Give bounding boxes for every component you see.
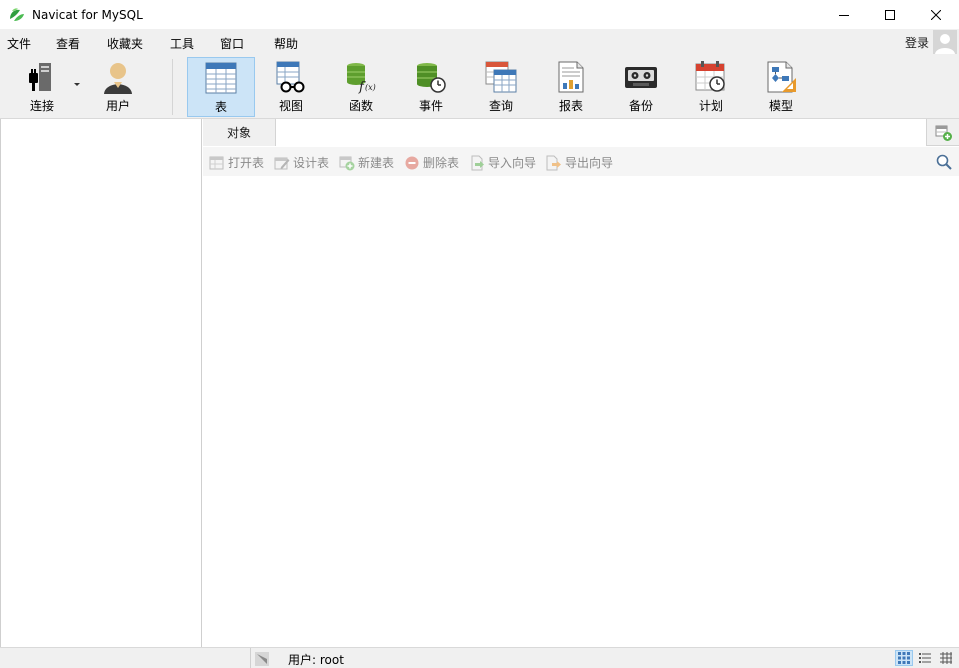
model-diagram-icon	[767, 61, 796, 93]
object-action-bar: 打开表 设计表 新建表 删除表 导入向导 导出向导	[203, 147, 959, 176]
plug-server-icon	[29, 63, 51, 91]
connect-dropdown-icon[interactable]	[74, 83, 80, 86]
status-user: 用户: root	[288, 653, 344, 667]
model-button[interactable]: 模型	[747, 57, 815, 117]
design-table-icon	[274, 157, 290, 169]
table-icon	[205, 62, 237, 94]
report-icon	[558, 61, 584, 93]
view-mode-switcher	[895, 650, 955, 666]
event-clock-icon	[417, 63, 446, 93]
delete-table-icon	[405, 156, 419, 169]
tab-strip-area	[275, 119, 927, 146]
user-icon	[104, 63, 132, 94]
window-title: Navicat for MySQL	[32, 7, 143, 22]
event-label: 事件	[418, 99, 443, 113]
user-button[interactable]: 用户	[84, 57, 152, 117]
user-label: 用户	[105, 99, 130, 113]
view-button[interactable]: 视图	[257, 57, 325, 117]
function-label: 函数	[348, 99, 373, 113]
export-icon	[546, 155, 561, 170]
view-glasses-icon	[276, 61, 305, 93]
calendar-clock-icon	[695, 61, 725, 92]
avatar[interactable]	[933, 30, 957, 54]
svg-text:(x): (x)	[365, 83, 376, 92]
menu-help[interactable]: 帮助	[274, 35, 298, 52]
report-label: 报表	[558, 99, 583, 113]
delete-table-button[interactable]: 删除表	[404, 154, 459, 171]
new-tab-icon[interactable]	[935, 124, 953, 142]
close-button[interactable]	[913, 0, 959, 29]
view-mode-detail-button[interactable]	[937, 650, 955, 666]
function-button[interactable]: f (x) 函数	[327, 57, 395, 117]
menu-bar: 文件 查看 收藏夹 工具 窗口 帮助 登录	[0, 29, 959, 55]
view-mode-grid-button[interactable]	[895, 650, 913, 666]
connect-label: 连接	[29, 99, 54, 113]
connection-status-icon	[255, 652, 269, 666]
user-avatar-icon	[933, 30, 957, 54]
new-table-icon	[339, 156, 355, 170]
status-divider	[250, 648, 251, 668]
navicat-logo-icon	[10, 7, 24, 21]
new-table-label: 新建表	[358, 156, 395, 170]
search-icon[interactable]	[936, 154, 952, 170]
report-button[interactable]: 报表	[537, 57, 605, 117]
import-wizard-button[interactable]: 导入向导	[469, 154, 536, 171]
query-label: 查询	[488, 99, 513, 113]
export-wizard-label: 导出向导	[565, 156, 614, 170]
minimize-button[interactable]	[821, 0, 867, 29]
tab-objects[interactable]: 对象	[203, 119, 275, 146]
view-mode-list-button[interactable]	[916, 650, 934, 666]
status-bar: 用户: root	[0, 647, 959, 668]
open-table-button[interactable]: 打开表	[209, 154, 264, 171]
menu-window[interactable]: 窗口	[220, 35, 244, 52]
login-link[interactable]: 登录	[905, 34, 929, 51]
maximize-button[interactable]	[867, 0, 913, 29]
schedule-label: 计划	[698, 99, 723, 113]
event-button[interactable]: 事件	[397, 57, 465, 117]
detail-view-icon	[940, 652, 952, 664]
design-table-button[interactable]: 设计表	[274, 154, 329, 171]
minimize-icon	[839, 14, 849, 16]
view-label: 视图	[278, 99, 303, 113]
tab-objects-label: 对象	[226, 126, 251, 140]
object-list-area[interactable]	[203, 176, 959, 647]
title-bar: Navicat for MySQL	[0, 0, 959, 29]
new-table-button[interactable]: 新建表	[339, 154, 394, 171]
design-table-label: 设计表	[293, 156, 330, 170]
connection-tree-pane[interactable]	[0, 119, 202, 647]
close-icon	[931, 9, 941, 20]
table-label: 表	[214, 100, 227, 114]
model-label: 模型	[768, 99, 793, 113]
schedule-button[interactable]: 计划	[677, 57, 745, 117]
menu-tools[interactable]: 工具	[170, 35, 194, 52]
list-view-icon	[919, 653, 931, 663]
table-button[interactable]: 表	[187, 57, 255, 117]
window-controls	[821, 0, 959, 29]
delete-table-label: 删除表	[423, 156, 460, 170]
menu-file[interactable]: 文件	[7, 35, 31, 52]
export-wizard-button[interactable]: 导出向导	[546, 154, 613, 171]
open-table-icon	[209, 156, 224, 169]
query-button[interactable]: 查询	[467, 57, 535, 117]
import-icon	[471, 155, 484, 170]
import-wizard-label: 导入向导	[488, 156, 537, 170]
main-toolbar: 连接 用户 表 视图 f (x) 函数 事件 查询 报表 备份 计划 模型	[0, 55, 959, 119]
grid-view-icon	[898, 652, 910, 664]
backup-button[interactable]: 备份	[607, 57, 675, 117]
backup-label: 备份	[628, 99, 653, 113]
connect-button[interactable]: 连接	[8, 57, 76, 117]
query-icon	[485, 61, 517, 93]
object-tab-bar: 对象	[203, 119, 959, 146]
backup-tape-icon	[625, 67, 657, 88]
function-icon: f (x)	[347, 63, 376, 94]
menu-view[interactable]: 查看	[56, 35, 80, 52]
maximize-icon	[885, 9, 895, 20]
menu-favorites[interactable]: 收藏夹	[107, 35, 143, 52]
toolbar-divider	[172, 59, 173, 115]
open-table-label: 打开表	[228, 156, 265, 170]
